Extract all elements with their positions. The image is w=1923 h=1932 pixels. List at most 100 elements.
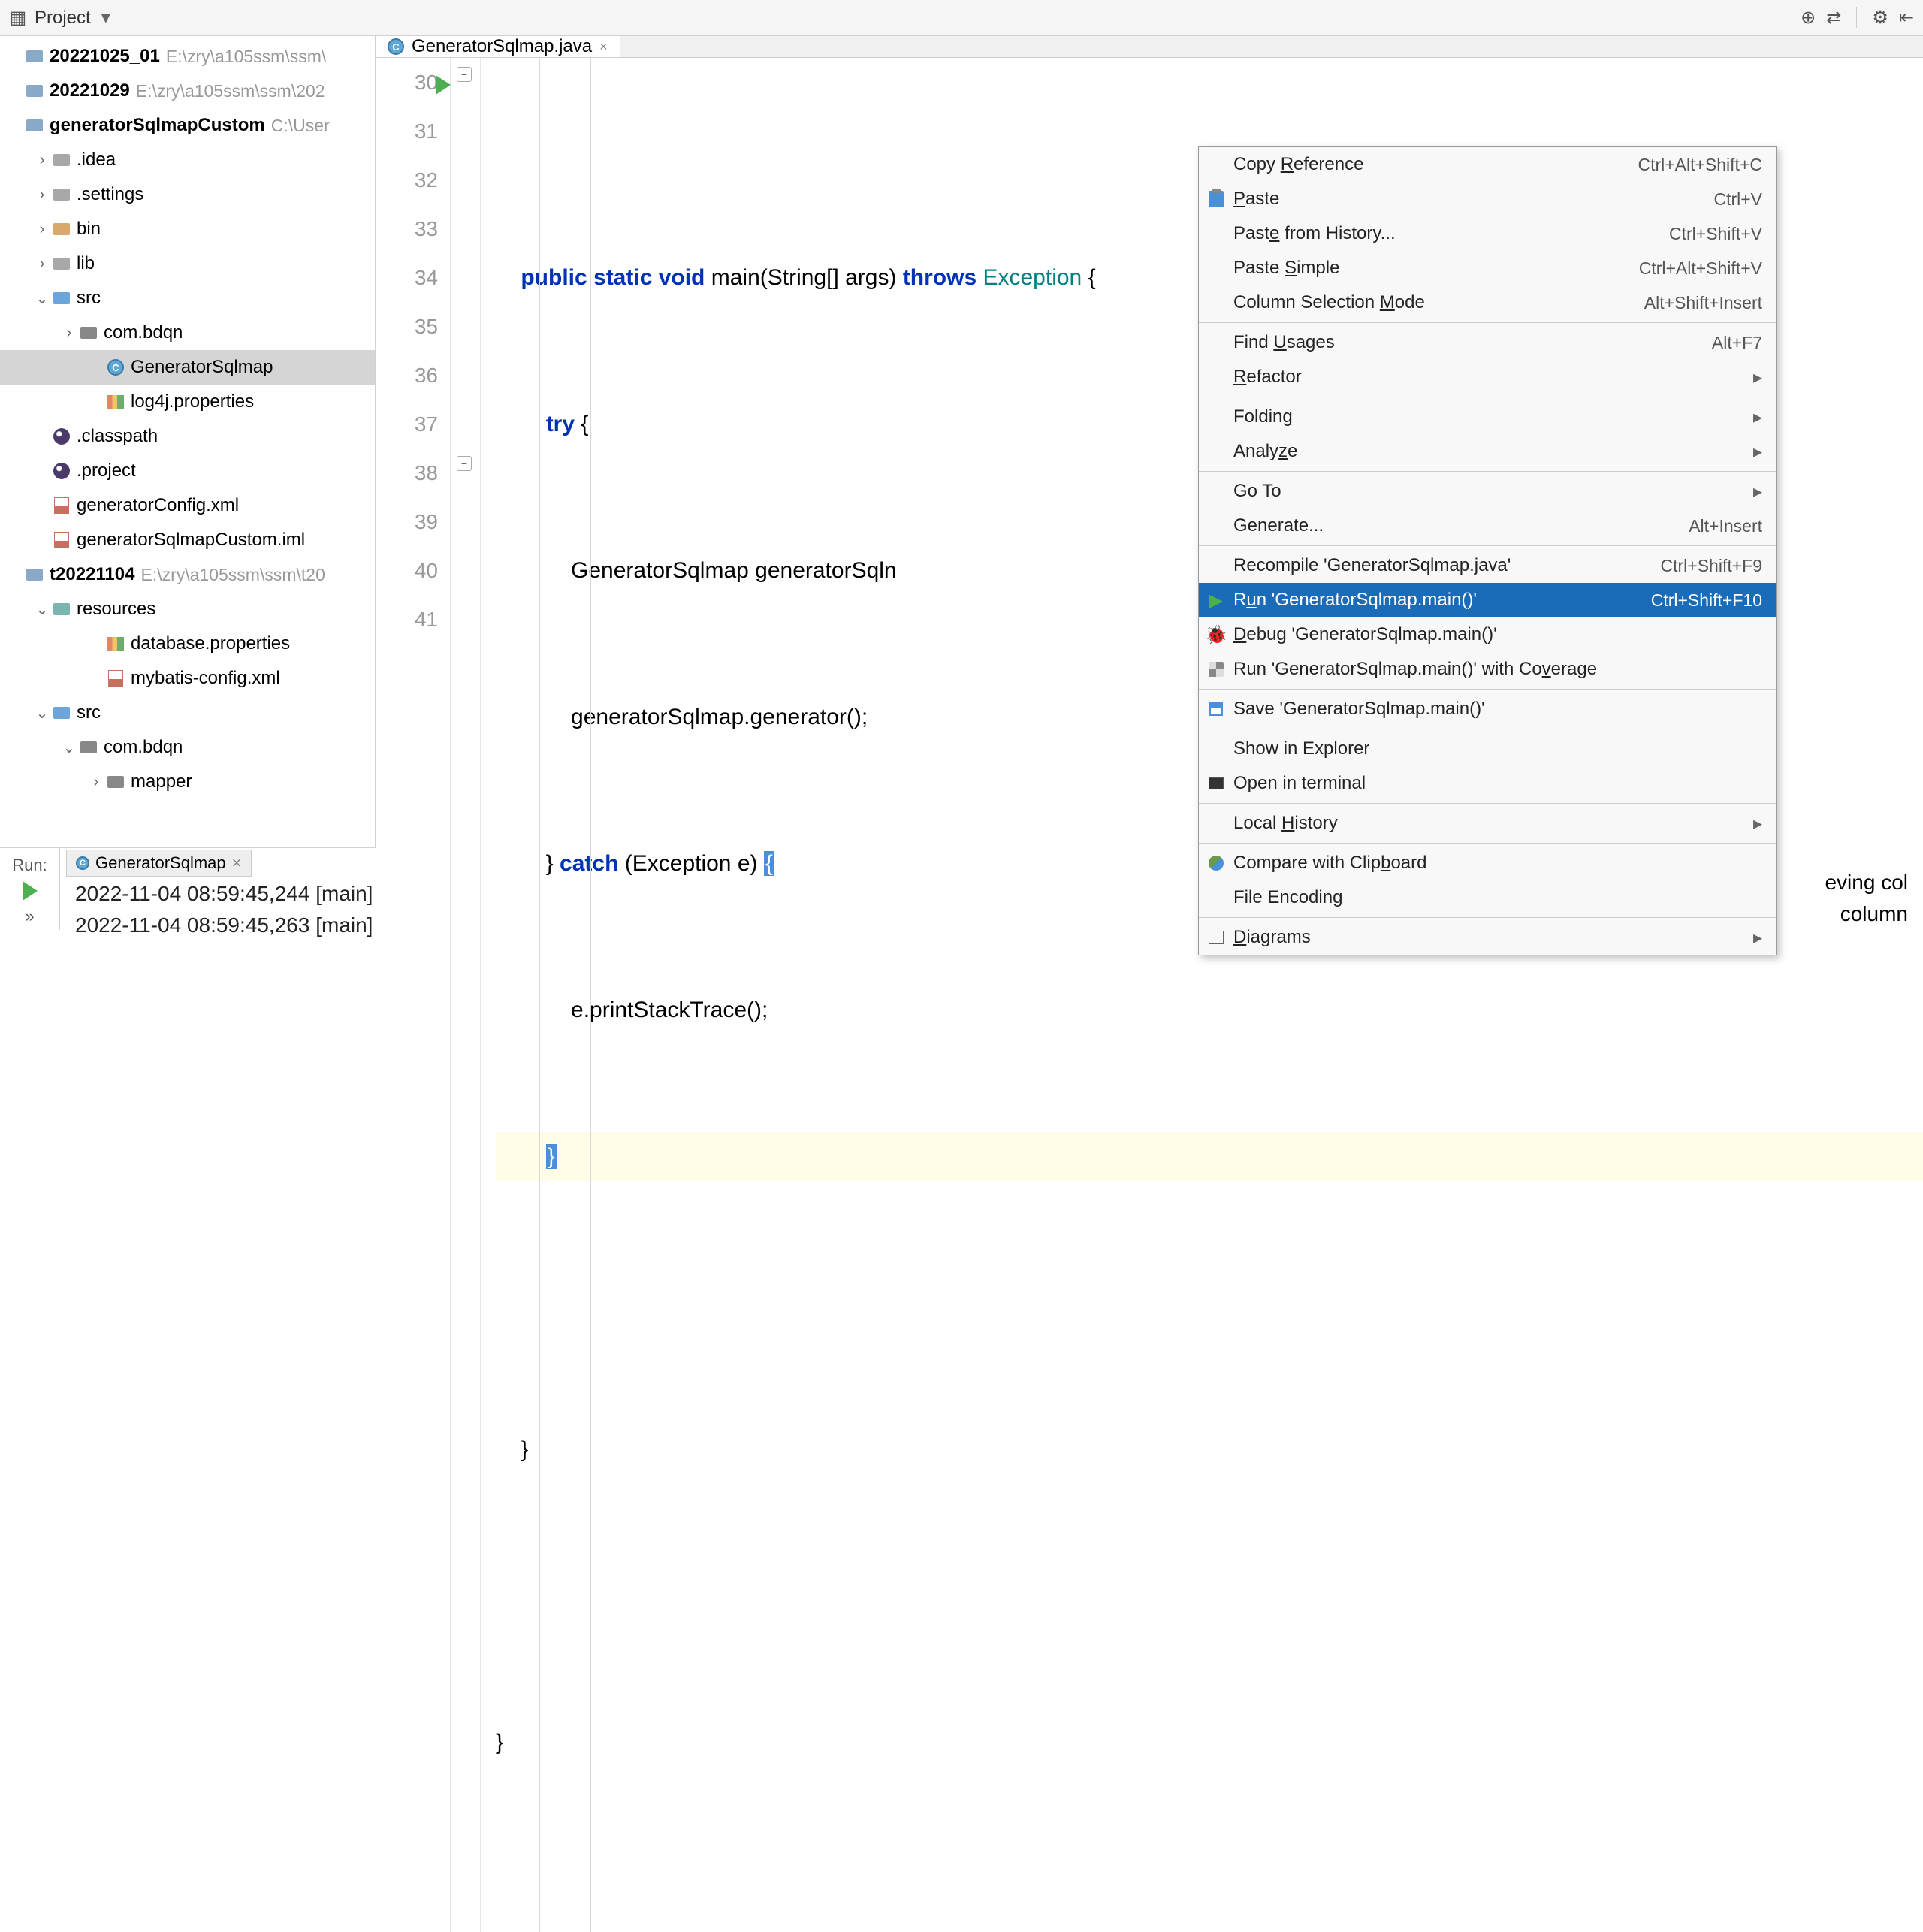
java-class-icon: C [105,357,126,378]
gutter-run-icon[interactable] [436,75,451,95]
menu-item-label: Debug 'GeneratorSqlmap.main()' [1233,624,1497,645]
expand-arrow-icon[interactable]: › [33,255,51,273]
menu-item[interactable]: Analyze▸ [1199,434,1776,469]
expand-arrow-icon[interactable]: ⌄ [33,600,51,619]
menu-item[interactable]: Folding▸ [1199,400,1776,434]
menu-item-label: Run 'GeneratorSqlmap.main()' with Covera… [1233,659,1597,680]
submenu-arrow-icon: ▸ [1753,481,1762,503]
tree-item-label: com.bdqn [104,737,183,758]
paste-icon [1206,189,1226,209]
file-tab-label: GeneratorSqlmap.java [412,36,592,57]
menu-item[interactable]: Local History▸ [1199,806,1776,841]
menu-item[interactable]: ▶Run 'GeneratorSqlmap.main()'Ctrl+Shift+… [1199,583,1776,617]
project-label[interactable]: Project [35,8,91,29]
tree-item[interactable]: ›.idea [0,143,375,177]
line-number: 33 [376,204,438,253]
menu-item[interactable]: File Encoding [1199,880,1776,915]
hide-icon[interactable]: ⇤ [1899,7,1914,29]
menu-item[interactable]: Open in terminal [1199,766,1776,801]
menu-item-label: Diagrams [1233,927,1311,948]
tree-item-path: C:\User [271,116,330,136]
tree-item[interactable]: log4j.properties [0,385,375,419]
run-icon[interactable] [23,881,38,901]
menu-separator [1199,843,1776,844]
tree-item[interactable]: t20221104E:\zry\a105ssm\ssm\t20 [0,557,375,592]
menu-item[interactable]: Paste SimpleCtrl+Alt+Shift+V [1199,251,1776,285]
menu-item[interactable]: Find UsagesAlt+F7 [1199,325,1776,360]
tree-item-path: E:\zry\a105ssm\ssm\ [166,47,326,67]
menu-item-label: Open in terminal [1233,773,1366,794]
menu-item[interactable]: Save 'GeneratorSqlmap.main()' [1199,692,1776,726]
locate-icon[interactable]: ⇄ [1826,7,1841,29]
tree-item[interactable]: ›.settings [0,177,375,212]
menu-item-label: Local History [1233,813,1338,834]
tree-item[interactable]: ›bin [0,212,375,246]
tree-item[interactable]: generatorSqlmapCustom.iml [0,523,375,557]
tree-item-label: mapper [131,771,192,792]
tree-item-label: generatorSqlmapCustom.iml [77,530,305,551]
menu-item[interactable]: Show in Explorer [1199,732,1776,766]
tree-item[interactable]: › mapper [0,765,375,799]
tree-item[interactable]: CGeneratorSqlmap [0,350,375,385]
gear-icon[interactable]: ⚙ [1872,7,1888,29]
tree-item[interactable]: 20221029E:\zry\a105ssm\ssm\202 [0,74,375,108]
menu-separator [1199,545,1776,546]
eclipse-file-icon [51,426,72,447]
menu-item[interactable]: Go To▸ [1199,474,1776,509]
menu-item[interactable]: Copy ReferenceCtrl+Alt+Shift+C [1199,147,1776,182]
editor-context-menu: Copy ReferenceCtrl+Alt+Shift+CPasteCtrl+… [1198,146,1777,955]
run-tab[interactable]: C GeneratorSqlmap × [66,850,252,877]
more-icon[interactable]: » [25,907,34,926]
project-dropdown-icon[interactable]: ▾ [101,7,110,29]
menu-item[interactable]: Paste from History...Ctrl+Shift+V [1199,216,1776,251]
expand-arrow-icon[interactable]: ⌄ [33,704,51,723]
menu-shortcut: Alt+F7 [1712,333,1762,353]
expand-arrow-icon[interactable]: ⌄ [33,289,51,308]
menu-item[interactable]: Recompile 'GeneratorSqlmap.java'Ctrl+Shi… [1199,548,1776,583]
tree-item-label: log4j.properties [131,391,254,412]
fold-icon[interactable]: − [457,67,472,82]
tree-item[interactable]: 20221025_01E:\zry\a105ssm\ssm\ [0,39,375,74]
expand-arrow-icon[interactable]: › [33,186,51,204]
menu-shortcut: Ctrl+Alt+Shift+V [1639,258,1762,279]
expand-arrow-icon[interactable]: › [33,221,51,238]
tree-item[interactable]: ›com.bdqn [0,315,375,350]
expand-arrow-icon[interactable]: › [87,774,105,791]
expand-arrow-icon[interactable]: ⌄ [60,738,78,757]
menu-item[interactable]: Diagrams▸ [1199,920,1776,955]
bug-icon: 🐞 [1206,625,1226,645]
close-icon[interactable]: × [232,853,242,873]
tree-item[interactable]: ⌄ com.bdqn [0,730,375,765]
tree-item[interactable]: ›lib [0,246,375,281]
menu-item[interactable]: Generate...Alt+Insert [1199,509,1776,543]
tree-item[interactable]: generatorSqlmapCustomC:\User [0,108,375,143]
tree-item[interactable]: database.properties [0,626,375,661]
close-icon[interactable]: × [599,39,608,55]
save-icon [1206,699,1226,719]
menu-item[interactable]: Compare with Clipboard [1199,846,1776,880]
tree-item[interactable]: ⌄src [0,696,375,730]
collapse-icon[interactable]: ⊕ [1801,7,1816,29]
tree-item[interactable]: ⌄resources [0,592,375,626]
menu-item[interactable]: PasteCtrl+V [1199,182,1776,216]
compare-icon [1206,853,1226,873]
menu-item[interactable]: Column Selection ModeAlt+Shift+Insert [1199,285,1776,320]
editor-tab-bar: C GeneratorSqlmap.java × [376,36,1923,58]
menu-item[interactable]: Run 'GeneratorSqlmap.main()' with Covera… [1199,652,1776,687]
tree-item[interactable]: generatorConfig.xml [0,488,375,523]
tree-item[interactable]: .classpath [0,419,375,454]
file-tab[interactable]: C GeneratorSqlmap.java × [376,36,620,57]
expand-arrow-icon[interactable]: › [60,325,78,342]
menu-item-label: Run 'GeneratorSqlmap.main()' [1233,590,1477,611]
menu-item[interactable]: Refactor▸ [1199,360,1776,394]
expand-arrow-icon[interactable]: › [33,152,51,169]
folder-icon [51,599,72,620]
tree-item[interactable]: mybatis-config.xml [0,661,375,696]
menu-item[interactable]: 🐞 Debug 'GeneratorSqlmap.main()' [1199,617,1776,652]
tree-item-label: generatorConfig.xml [77,495,239,516]
menu-item-label: Copy Reference [1233,154,1363,175]
tree-item[interactable]: .project [0,454,375,488]
fold-icon[interactable]: − [457,456,472,471]
tree-item-path: E:\zry\a105ssm\ssm\202 [136,81,325,101]
tree-item[interactable]: ⌄src [0,281,375,315]
